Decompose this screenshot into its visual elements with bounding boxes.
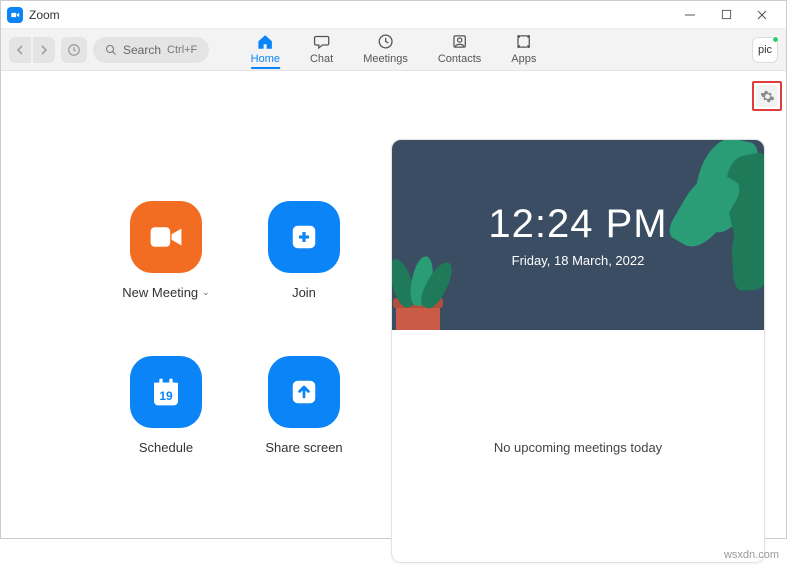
settings-highlight	[752, 81, 782, 111]
watermark: wsxdn.com	[724, 549, 779, 561]
zoom-app-icon	[7, 7, 23, 23]
schedule-button[interactable]: 19	[130, 356, 202, 428]
action-join: Join	[239, 201, 369, 300]
join-label: Join	[292, 285, 316, 300]
plant-decoration-right	[662, 140, 764, 300]
tab-contacts[interactable]: Contacts	[438, 31, 481, 69]
plant-decoration-left	[392, 218, 462, 330]
tab-chat-label: Chat	[310, 53, 333, 65]
join-button[interactable]	[268, 201, 340, 273]
search-label: Search	[123, 43, 161, 57]
app-window: Zoom Search Ctrl+	[0, 0, 787, 539]
new-meeting-label-row[interactable]: New Meeting ⌄	[122, 285, 209, 300]
meetings-icon	[377, 33, 395, 51]
chevron-down-icon: ⌄	[202, 287, 210, 298]
panel-time: 12:24 PM	[488, 202, 667, 247]
new-meeting-button[interactable]	[130, 201, 202, 273]
maximize-button[interactable]	[716, 5, 736, 25]
main-content: New Meeting ⌄ Join 19 Schedule	[1, 71, 786, 538]
search-icon	[105, 44, 117, 56]
tab-apps[interactable]: Apps	[511, 31, 536, 69]
apps-icon	[515, 33, 533, 51]
nav-tabs: Home Chat Meetings Contacts	[251, 31, 537, 69]
no-meetings-text: No upcoming meetings today	[494, 440, 662, 455]
search-input[interactable]: Search Ctrl+F	[93, 37, 209, 63]
new-meeting-label: New Meeting	[122, 285, 198, 300]
action-schedule: 19 Schedule	[101, 356, 231, 455]
schedule-label: Schedule	[139, 440, 193, 455]
calendar-icon: 19	[150, 376, 182, 408]
tab-apps-label: Apps	[511, 53, 536, 65]
tab-meetings-label: Meetings	[363, 53, 408, 65]
calendar-panel: 12:24 PM Friday, 18 March, 2022 No upcom…	[391, 139, 765, 563]
presence-dot-icon	[772, 36, 779, 43]
share-screen-label: Share screen	[265, 440, 342, 455]
svg-text:19: 19	[159, 389, 173, 403]
titlebar: Zoom	[1, 1, 786, 29]
avatar-text: pic	[758, 44, 772, 56]
panel-date: Friday, 18 March, 2022	[512, 253, 645, 268]
search-shortcut: Ctrl+F	[167, 44, 197, 56]
history-button[interactable]	[61, 37, 87, 63]
nav-back-forward	[9, 37, 55, 63]
chat-icon	[313, 33, 331, 51]
toolbar: Search Ctrl+F Home Chat Meetings	[1, 29, 786, 71]
plus-icon	[289, 222, 319, 252]
back-button[interactable]	[9, 37, 31, 63]
video-icon	[149, 223, 183, 251]
forward-button[interactable]	[33, 37, 55, 63]
tab-chat[interactable]: Chat	[310, 31, 333, 69]
contacts-icon	[451, 33, 469, 51]
action-share-screen: Share screen	[239, 356, 369, 455]
share-screen-button[interactable]	[268, 356, 340, 428]
action-new-meeting: New Meeting ⌄	[101, 201, 231, 300]
home-icon	[256, 33, 274, 51]
panel-body: No upcoming meetings today	[392, 330, 764, 563]
tab-meetings[interactable]: Meetings	[363, 31, 408, 69]
close-button[interactable]	[752, 5, 772, 25]
tab-home[interactable]: Home	[251, 31, 280, 69]
quick-actions: New Meeting ⌄ Join 19 Schedule	[101, 201, 369, 455]
window-controls	[680, 5, 780, 25]
minimize-button[interactable]	[680, 5, 700, 25]
share-up-icon	[289, 377, 319, 407]
panel-hero: 12:24 PM Friday, 18 March, 2022	[392, 140, 764, 330]
gear-icon	[760, 89, 775, 104]
tab-home-label: Home	[251, 53, 280, 65]
profile-avatar[interactable]: pic	[752, 37, 778, 63]
window-title: Zoom	[29, 8, 60, 22]
settings-button[interactable]	[756, 85, 778, 107]
tab-contacts-label: Contacts	[438, 53, 481, 65]
